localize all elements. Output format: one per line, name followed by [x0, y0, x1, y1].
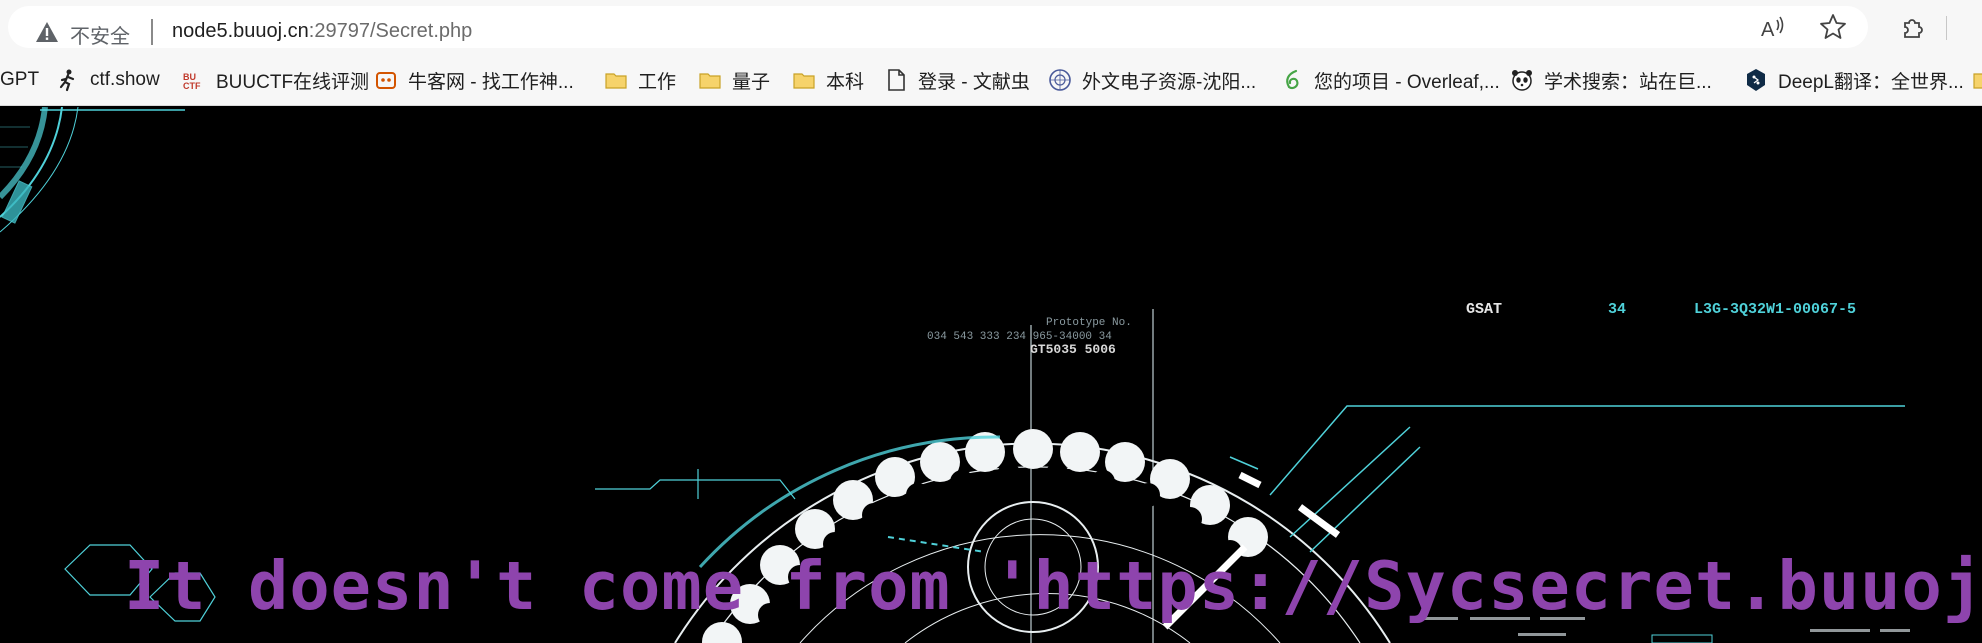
address-bar[interactable]: 不安全 node5.buuoj.cn:29797/Secret.php	[8, 6, 1868, 48]
bookmark-label: 工作	[638, 71, 677, 93]
bookmarks-bar: GPT ctf.show BU CTF BUUCTF在线评测 牛客网 - 找工作神…	[0, 54, 1982, 106]
bookmark-wenxianchong[interactable]: 登录 - 文献虫	[884, 54, 1030, 106]
bookmark-scholar-search[interactable]: 学术搜索：站在巨...	[1510, 54, 1712, 106]
bookmark-label: ctf.show	[90, 69, 160, 90]
hud-label-code: GT5035 5006	[1030, 342, 1116, 357]
bookmark-label: 登录 - 文献虫	[918, 71, 1030, 93]
folder-icon	[698, 68, 722, 92]
security-label[interactable]: 不安全	[70, 20, 130, 49]
runner-icon	[56, 68, 80, 92]
url-text[interactable]: node5.buuoj.cn:29797/Secret.php	[172, 20, 472, 43]
bookmark-label: 学术搜索：站在巨...	[1544, 71, 1712, 93]
hud-label-prototype: Prototype No.	[1046, 317, 1132, 329]
browser-toolbar: 不安全 node5.buuoj.cn:29797/Secret.php A	[0, 0, 1982, 54]
bookmark-label: 量子	[732, 71, 771, 93]
read-aloud-icon[interactable]: A	[1758, 12, 1788, 42]
bookmark-label: GPT	[0, 69, 40, 90]
bookmark-folder-quantum[interactable]: 量子	[698, 54, 770, 106]
bookmark-nowcoder[interactable]: 牛客网 - 找工作神...	[374, 54, 574, 106]
url-path: :29797/Secret.php	[308, 20, 473, 42]
bookmark-ctfshow[interactable]: ctf.show	[56, 54, 160, 106]
referer-error-message: It doesn't come from 'https://Sycsecret.…	[124, 547, 1982, 625]
bookmark-gpt[interactable]: GPT	[0, 54, 39, 106]
deepl-icon	[1744, 68, 1768, 92]
folder-icon	[792, 68, 816, 92]
bookmark-label: 牛客网 - 找工作神...	[408, 71, 574, 93]
panda-icon	[1510, 68, 1534, 92]
toolbar-divider	[1946, 16, 1947, 40]
bookmark-overleaf[interactable]: 您的项目 - Overleaf,...	[1280, 54, 1500, 106]
bookmark-deepl[interactable]: DeepL翻译：全世界...	[1744, 54, 1964, 106]
url-divider	[151, 19, 153, 45]
bookmark-buuctf[interactable]: BU CTF BUUCTF在线评测	[182, 54, 369, 106]
bookmark-label: BUUCTF在线评测	[216, 71, 370, 93]
bookmark-folder-work[interactable]: 工作	[604, 54, 676, 106]
bookmark-label: 您的项目 - Overleaf,...	[1314, 71, 1500, 93]
bookmark-university[interactable]: 外文电子资源-沈阳...	[1048, 54, 1256, 106]
folder-icon	[604, 68, 628, 92]
svg-text:CTF: CTF	[183, 81, 201, 91]
overleaf-icon	[1280, 68, 1304, 92]
bookmark-folder-undergrad[interactable]: 本科	[792, 54, 864, 106]
hud-label-gsat: GSAT	[1466, 301, 1502, 318]
bookmark-label: 本科	[826, 71, 865, 93]
folder-icon	[1972, 68, 1982, 92]
url-host: node5.buuoj.cn	[172, 20, 309, 42]
hud-label-id: L3G-3Q32W1-00067-5	[1694, 301, 1856, 318]
warning-icon[interactable]	[35, 21, 59, 43]
hud-label-number: 34	[1608, 301, 1626, 318]
extensions-icon[interactable]	[1898, 12, 1928, 42]
bookmark-label: 外文电子资源-沈阳...	[1082, 71, 1257, 93]
bookmark-folder-more[interactable]	[1972, 54, 1982, 106]
buuctf-icon: BU CTF	[182, 68, 206, 92]
page-content: GSAT 34 L3G-3Q32W1-00067-5 Prototype No.…	[0, 107, 1982, 643]
bookmark-label: DeepL翻译：全世界...	[1778, 71, 1964, 93]
favorite-star-icon[interactable]	[1818, 12, 1848, 42]
nowcoder-icon	[374, 68, 398, 92]
page-icon	[884, 68, 908, 92]
svg-text:A: A	[1761, 19, 1775, 41]
university-icon	[1048, 68, 1072, 92]
